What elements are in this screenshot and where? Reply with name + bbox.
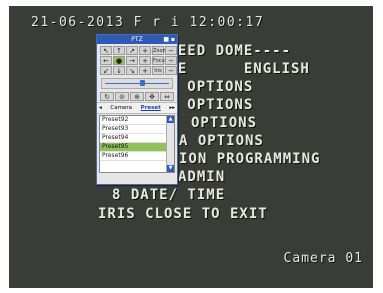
focus-far-button[interactable]: − <box>165 56 177 65</box>
pattern-icon[interactable]: ⇔ <box>160 92 174 101</box>
osd-menu-line-exit: IRIS CLOSE TO EXIT <box>98 206 268 222</box>
focus-near-button[interactable]: + <box>139 56 151 65</box>
move-icon[interactable]: ✥ <box>145 92 159 101</box>
zoom-out-button[interactable]: − <box>165 46 177 55</box>
pan-left-button[interactable]: ← <box>100 56 112 65</box>
tab-prev-icon[interactable]: ◂ <box>99 104 102 112</box>
close-icon[interactable]: ■ ▪ <box>163 35 175 44</box>
tilt-up-button[interactable]: ↑ <box>113 46 125 55</box>
tab-preset[interactable]: Preset <box>141 104 161 112</box>
osd-menu-line-options: OPTIONS <box>191 115 258 131</box>
slider-knob[interactable] <box>140 80 145 86</box>
preset-list: Preset92 Preset93 Preset94 Preset95 Pres… <box>99 115 175 173</box>
scroll-down-icon[interactable]: ▼ <box>167 165 174 172</box>
video-screen: 21-06-2013 F r i 12:00:17 SPEED DOME----… <box>9 6 373 288</box>
focus-label: Focus <box>152 56 168 65</box>
osd-timestamp: 21-06-2013 F r i 12:00:17 <box>31 15 265 30</box>
slider-track <box>105 83 169 84</box>
pan-right-button[interactable]: → <box>126 56 138 65</box>
scroll-up-icon[interactable]: ▲ <box>167 116 174 123</box>
ptz-title-bar: PTZ ■ ▪ <box>97 35 177 44</box>
preset-item-selected[interactable]: Preset95 <box>100 143 166 152</box>
tab-next-icon[interactable]: ▸▸ <box>169 104 175 112</box>
pan-up-right-button[interactable]: ↗ <box>126 46 138 55</box>
osd-menu-line-title: SPEED DOME---- <box>159 43 292 59</box>
ptz-tabs: ◂ Camera Preset ▸▸ <box>97 102 177 114</box>
auto-scan-icon[interactable]: ↻ <box>100 92 114 101</box>
preset-item[interactable]: Preset93 <box>100 125 166 134</box>
ptz-control-panel: PTZ ■ ▪ ↖ ↑ ↗ + Zoom − ← ● → + Focus − ↙… <box>96 34 178 185</box>
camera-label: Camera 01 <box>283 251 363 266</box>
ptz-title: PTZ <box>131 36 143 43</box>
osd-menu-line-programming: ION PROGRAMMING <box>179 151 321 167</box>
iris-open-button[interactable]: + <box>139 66 151 75</box>
iris-close-button[interactable]: − <box>165 66 177 75</box>
preset-item[interactable]: Preset92 <box>100 116 166 125</box>
ptz-speed-slider[interactable] <box>101 78 173 89</box>
pan-down-left-button[interactable]: ↙ <box>100 66 112 75</box>
zoom-in-button[interactable]: + <box>139 46 151 55</box>
tilt-down-button[interactable]: ↓ <box>113 66 125 75</box>
ptz-toolbar: ↻ ⊘ ⊕ ✥ ⇔ <box>97 91 177 102</box>
osd-menu-line-date-time: 8 DATE/ TIME <box>112 187 226 203</box>
preset-item[interactable]: Preset94 <box>100 134 166 143</box>
osd-menu-line-camera: A OPTIONS <box>179 133 264 149</box>
iris-label: Iris <box>152 66 164 75</box>
pan-down-right-button[interactable]: ↘ <box>126 66 138 75</box>
stop-icon[interactable]: ⊘ <box>115 92 129 101</box>
ptz-button-grid: ↖ ↑ ↗ + Zoom − ← ● → + Focus − ↙ ↓ ↘ + I… <box>97 44 177 76</box>
osd-menu-line-language: AGE ENGLISH <box>159 61 310 77</box>
pan-up-left-button[interactable]: ↖ <box>100 46 112 55</box>
tab-camera[interactable]: Camera <box>110 104 132 112</box>
zoom-label: Zoom <box>152 46 168 55</box>
ptz-center-button[interactable]: ● <box>113 56 125 65</box>
zoom-area-icon[interactable]: ⊕ <box>130 92 144 101</box>
preset-scrollbar[interactable]: ▲ ▼ <box>166 116 174 172</box>
